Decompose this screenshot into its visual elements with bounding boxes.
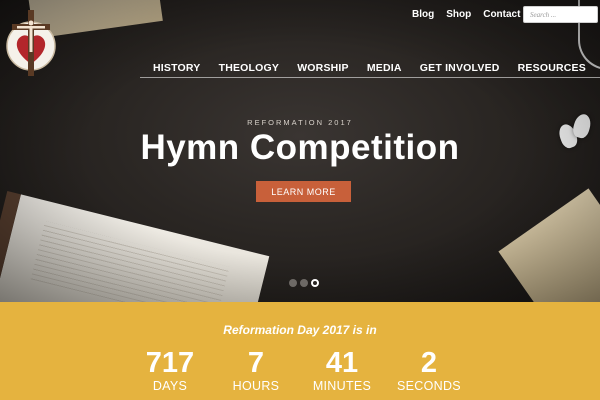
slider-dot-2[interactable] bbox=[300, 279, 308, 287]
slider-dot-1[interactable] bbox=[289, 279, 297, 287]
nav-link-shop[interactable]: Shop bbox=[446, 9, 471, 20]
countdown-label: MINUTES bbox=[312, 379, 372, 393]
nav-item-worship[interactable]: WORSHIP bbox=[297, 58, 349, 77]
learn-more-button[interactable]: LEARN MORE bbox=[256, 181, 351, 202]
main-nav: HISTORY THEOLOGY WORSHIP MEDIA GET INVOL… bbox=[140, 58, 600, 78]
nav-item-history[interactable]: HISTORY bbox=[153, 58, 201, 77]
countdown-value: 2 bbox=[420, 347, 438, 379]
utility-nav: Blog Shop Contact bbox=[412, 9, 520, 20]
slider-dots bbox=[289, 279, 319, 287]
hero-eyebrow: REFORMATION 2017 bbox=[247, 118, 353, 127]
nav-link-blog[interactable]: Blog bbox=[412, 9, 434, 20]
countdown-value: 41 bbox=[325, 347, 359, 379]
countdown-hours: 7 HOURS bbox=[216, 348, 296, 394]
countdown-label: SECONDS bbox=[397, 379, 461, 393]
nav-item-get-involved[interactable]: GET INVOLVED bbox=[420, 58, 500, 77]
nav-item-media[interactable]: MEDIA bbox=[367, 58, 402, 77]
countdown-seconds: 2 SECONDS bbox=[389, 348, 469, 394]
slider-dot-3[interactable] bbox=[311, 279, 319, 287]
countdown-minutes: 41 MINUTES bbox=[302, 348, 382, 394]
hero-slider: Blog Shop Contact HISTORY THEOLOGY WORSH… bbox=[0, 0, 600, 302]
countdown-label: DAYS bbox=[152, 379, 188, 393]
countdown-section: Reformation Day 2017 is in 717 DAYS 7 HO… bbox=[0, 302, 600, 400]
search-input[interactable] bbox=[523, 6, 598, 23]
countdown-value: 7 bbox=[247, 347, 265, 379]
nav-item-theology[interactable]: THEOLOGY bbox=[219, 58, 280, 77]
crucifix-logo-icon[interactable] bbox=[4, 6, 58, 78]
nav-item-resources[interactable]: RESOURCES bbox=[518, 58, 586, 77]
countdown-value: 717 bbox=[145, 347, 195, 379]
countdown-title: Reformation Day 2017 is in bbox=[223, 323, 377, 337]
countdown-days: 717 DAYS bbox=[130, 348, 210, 394]
hero-title: Hymn Competition bbox=[140, 128, 460, 167]
countdown-label: HOURS bbox=[232, 379, 280, 393]
nav-link-contact[interactable]: Contact bbox=[483, 9, 520, 20]
